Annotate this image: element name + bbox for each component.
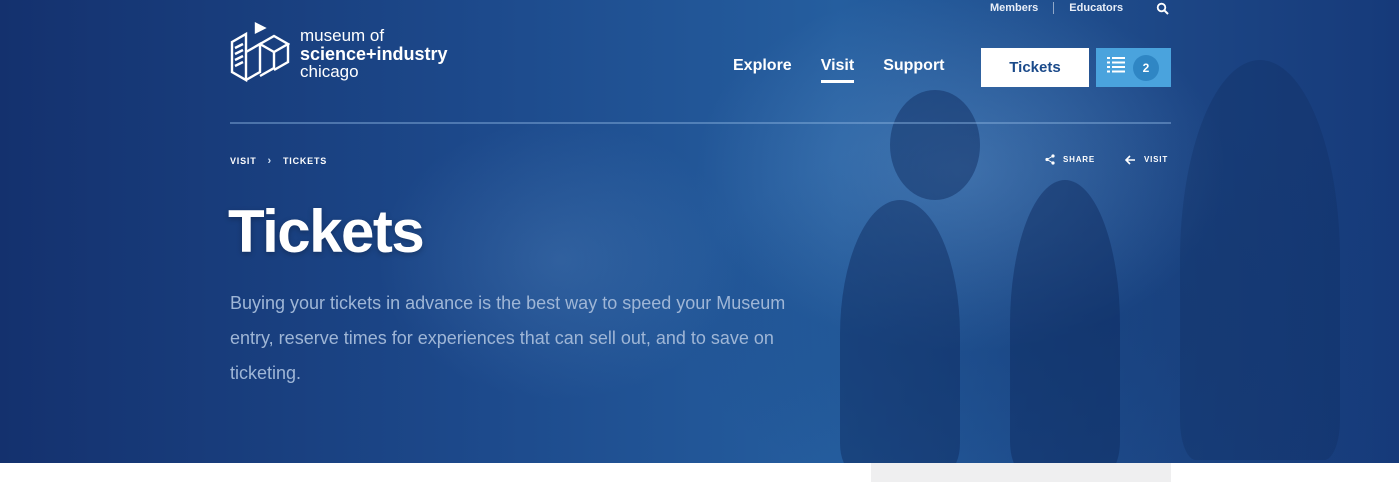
logo-mark-icon xyxy=(230,22,291,86)
search-icon[interactable] xyxy=(1156,2,1170,16)
background-figure xyxy=(1010,180,1120,463)
background-figure xyxy=(890,90,980,200)
breadcrumb-separator: › xyxy=(267,155,272,167)
share-label: SHARE xyxy=(1063,155,1096,164)
members-link[interactable]: Members xyxy=(990,2,1038,14)
educators-link[interactable]: Educators xyxy=(1069,2,1123,14)
logo-line-3: chicago xyxy=(300,62,359,81)
tickets-button[interactable]: Tickets xyxy=(981,48,1089,87)
nav-explore[interactable]: Explore xyxy=(733,57,792,83)
itinerary-count-badge: 2 xyxy=(1133,54,1159,81)
itinerary-button[interactable]: 2 xyxy=(1096,48,1171,87)
main-nav: Explore Visit Support xyxy=(733,57,974,83)
back-to-visit-link[interactable]: VISIT xyxy=(1125,154,1169,165)
share-button[interactable]: SHARE xyxy=(1045,154,1095,165)
back-label: VISIT xyxy=(1144,155,1169,164)
header-divider xyxy=(230,122,1171,124)
list-icon xyxy=(1107,57,1125,78)
breadcrumb-tickets: TICKETS xyxy=(282,156,328,166)
nav-visit[interactable]: Visit xyxy=(820,57,854,83)
page-title: Tickets xyxy=(228,198,425,265)
logo-line-2: science+industry xyxy=(300,44,448,64)
logo-line-1: museum of xyxy=(300,26,385,45)
arrow-left-icon xyxy=(1125,154,1136,165)
page-actions: SHARE VISIT xyxy=(1045,154,1168,165)
breadcrumb: VISIT › TICKETS xyxy=(230,155,327,167)
utility-nav: Members Educators xyxy=(990,2,1169,15)
breadcrumb-visit[interactable]: VISIT xyxy=(230,156,257,166)
utility-separator xyxy=(1053,2,1055,14)
background-figure xyxy=(1180,60,1340,460)
background-figure xyxy=(840,200,960,463)
page-intro: Buying your tickets in advance is the be… xyxy=(230,293,786,383)
sidebar-panel xyxy=(871,463,1171,482)
site-logo[interactable]: museum of science+industry chicago xyxy=(230,22,448,86)
logo-wordmark: museum of science+industry chicago xyxy=(300,27,448,81)
share-icon xyxy=(1045,154,1055,165)
hero-banner: Members Educators museum of science+indu… xyxy=(0,0,1399,463)
nav-support[interactable]: Support xyxy=(883,57,944,83)
